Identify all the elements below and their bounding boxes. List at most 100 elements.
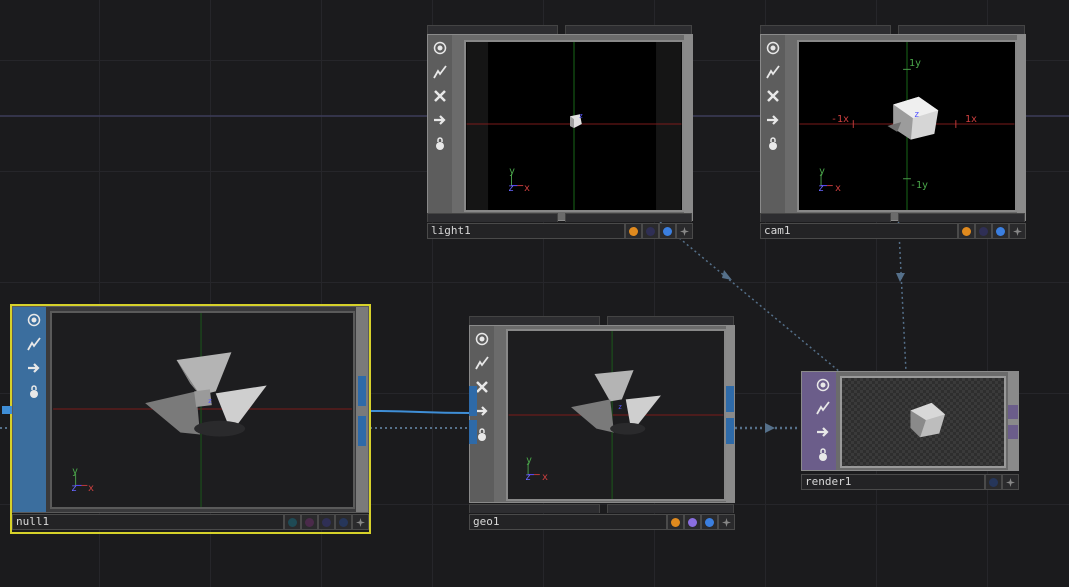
node-sidebar [761,35,785,220]
flag-display[interactable] [318,514,335,530]
cam-axis-label-minus-y: -1y [910,180,929,191]
export-arrow-icon[interactable] [764,111,782,129]
flag-clone[interactable] [301,514,318,530]
node-footer: geo1 [469,514,735,530]
viewer-cam1[interactable]: 1y -1y -1x 1x z y z x [797,40,1017,212]
input-tab[interactable] [427,25,558,34]
node-null1[interactable]: z y z x null1 [2,304,371,534]
viewer-toggle-icon[interactable] [473,330,491,348]
flag-plus-icon[interactable] [352,514,369,530]
axis-label-z: z [71,483,78,494]
node-sidebar [428,35,452,220]
node-render1[interactable]: render1 [801,371,1019,491]
output-tab[interactable] [898,25,1025,34]
cook-off-icon[interactable] [431,87,449,105]
viewer-light1[interactable]: z y z x [464,40,684,212]
viewer-toggle-icon[interactable] [431,39,449,57]
export-arrow-icon[interactable] [431,111,449,129]
output-connector-right[interactable] [358,376,366,406]
flag-viewer[interactable] [667,514,684,530]
output-connector-right-2[interactable] [358,416,366,446]
node-light1[interactable]: z y z x light1 [427,25,693,241]
flag-render[interactable] [985,474,1002,490]
output-connector-right[interactable] [1008,405,1018,419]
viewer-null1[interactable]: z y z x [50,311,355,509]
flag-render[interactable] [335,514,352,530]
node-footer: render1 [801,474,1019,490]
flag-plus-icon[interactable] [676,223,693,239]
bypass-icon[interactable] [814,400,832,418]
flag-display[interactable] [684,514,701,530]
axis-label-z: z [818,183,825,194]
right-strip [726,326,734,502]
output-connector-right-2[interactable] [1008,425,1018,439]
axis-label-z: z [525,472,532,483]
flag-plus-icon[interactable] [718,514,735,530]
node-footer: cam1 [760,223,1026,239]
lock-icon[interactable] [764,135,782,153]
output-tab[interactable] [607,316,734,325]
flag-render[interactable] [659,223,676,239]
node-name-cam1[interactable]: cam1 [760,223,958,239]
axis-label-x: x [88,483,95,494]
lock-icon[interactable] [814,447,832,465]
node-footer: null1 [12,514,369,530]
svg-text:z: z [618,403,622,411]
viewer-geo1[interactable]: z y z x [506,329,726,501]
node-name-render1[interactable]: render1 [801,474,985,490]
axis-label-y: y [526,455,533,466]
node-footer: light1 [427,223,693,239]
cam-axis-label-z: z [914,110,920,120]
cam-axis-label-plus-y: 1y [909,58,922,69]
axis-label-x: x [542,472,549,483]
bypass-icon[interactable] [764,63,782,81]
right-strip [1017,35,1025,220]
output-tab-bottom [565,213,692,222]
input-connector-left[interactable] [469,386,477,416]
wire-null1-geo1 [369,410,471,414]
flag-plus-icon[interactable] [1009,223,1026,239]
node-geo1[interactable]: z y z x geo1 [469,316,735,532]
flag-display[interactable] [975,223,992,239]
export-arrow-icon[interactable] [25,359,43,377]
output-connector-right[interactable] [726,386,734,412]
input-connector-left-2[interactable] [469,420,477,444]
output-connector-right-2[interactable] [726,418,734,444]
cook-off-icon[interactable] [764,87,782,105]
viewer-toggle-icon[interactable] [764,39,782,57]
node-name-geo1[interactable]: geo1 [469,514,667,530]
node-name-null1[interactable]: null1 [12,514,284,530]
node-name-light1[interactable]: light1 [427,223,625,239]
lock-icon[interactable] [431,135,449,153]
input-tab[interactable] [469,316,600,325]
flag-display[interactable] [642,223,659,239]
flag-render[interactable] [992,223,1009,239]
node-viewer-frame: z y z x [469,325,735,503]
flag-viewer[interactable] [958,223,975,239]
node-viewer-frame [801,371,1019,471]
wire-arrow-light1 [722,270,732,280]
cam-axis-label-minus-x: -1x [831,114,850,125]
flag-render[interactable] [701,514,718,530]
input-tab[interactable] [760,25,891,34]
node-cam1[interactable]: 1y -1y -1x 1x z y z x cam1 [760,25,1026,241]
axis-label-x: x [524,183,531,194]
output-tab[interactable] [565,25,692,34]
wire-arrow-render1 [765,423,775,433]
flag-viewer[interactable] [625,223,642,239]
node-viewer-frame: z y z x [427,34,693,221]
flag-plus-icon[interactable] [1002,474,1019,490]
viewer-toggle-icon[interactable] [25,311,43,329]
bypass-icon[interactable] [473,354,491,372]
bypass-icon[interactable] [431,63,449,81]
flag-viewer[interactable] [284,514,301,530]
bypass-icon[interactable] [25,335,43,353]
export-arrow-icon[interactable] [814,423,832,441]
viewer-toggle-icon[interactable] [814,376,832,394]
lock-icon[interactable] [25,383,43,401]
svg-text:z: z [208,397,212,405]
output-tab-bottom [607,504,734,513]
viewer-render1[interactable] [840,376,1006,468]
axis-label-x: x [835,183,842,194]
input-connector-left[interactable] [2,406,12,414]
